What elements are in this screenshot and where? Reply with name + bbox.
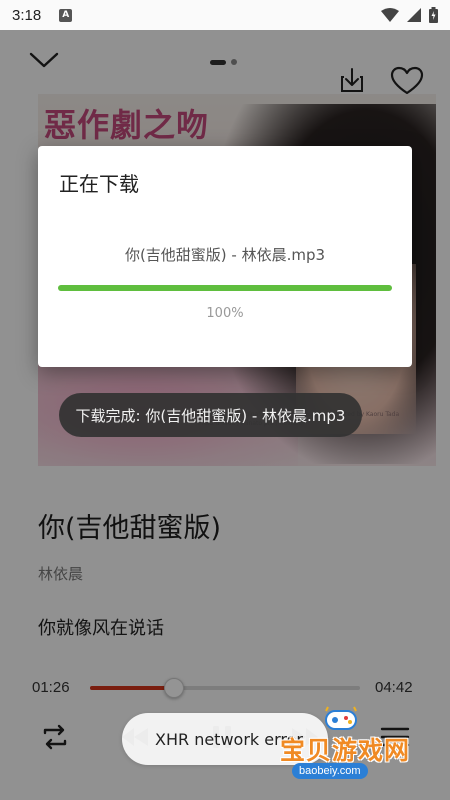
system-nav-strip xyxy=(0,786,450,800)
watermark-title: 宝贝游戏网 xyxy=(280,736,411,765)
battery-icon xyxy=(429,7,438,23)
a-icon: A xyxy=(59,8,73,22)
site-watermark: 宝贝游戏网 baobeiy.com xyxy=(272,705,422,785)
status-time: 3:18 xyxy=(12,6,42,24)
download-percent: 100% xyxy=(206,306,244,321)
music-player-screen: 3:18 A 惡作劇之吻 Based on the original comic… xyxy=(0,0,450,800)
download-complete-toast: 下载完成: 你(吉他甜蜜版) - 林依晨.mp3 xyxy=(59,393,362,437)
cellular-icon xyxy=(407,8,421,22)
status-icons xyxy=(381,7,438,23)
gamepad-icon xyxy=(325,706,357,730)
download-dialog: 正在下载 你(吉他甜蜜版) - 林依晨.mp3 100% xyxy=(38,146,412,367)
status-bar: 3:18 A xyxy=(0,0,450,30)
download-progress-bar xyxy=(58,285,392,291)
download-progress-fill xyxy=(58,285,392,291)
download-file-name: 你(吉他甜蜜版) - 林依晨.mp3 xyxy=(124,246,326,264)
toast-message: 下载完成: 你(吉他甜蜜版) - 林依晨.mp3 xyxy=(75,406,346,425)
wifi-icon xyxy=(381,8,399,22)
watermark-url: baobeiy.com xyxy=(292,763,368,779)
dialog-title: 正在下载 xyxy=(59,172,139,196)
